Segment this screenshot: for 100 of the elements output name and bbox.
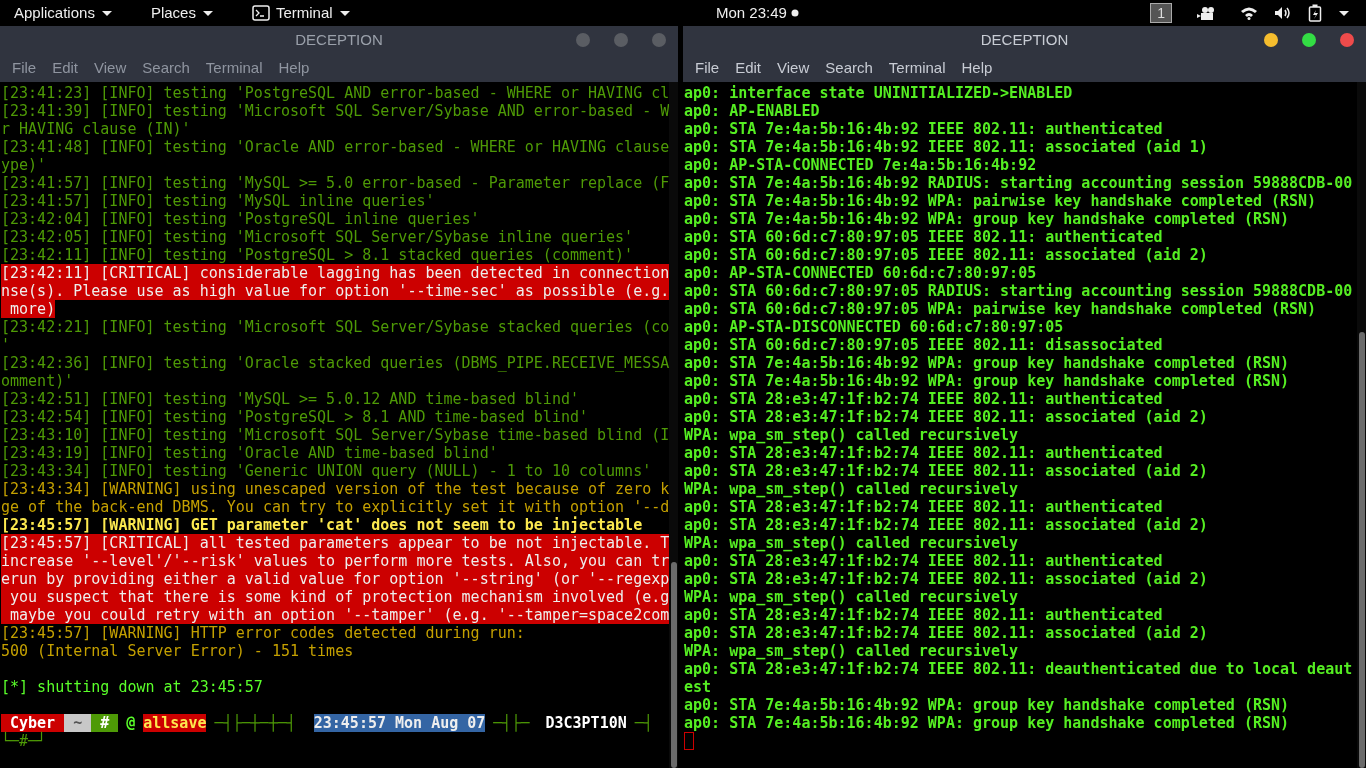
log-line: ap0: STA 28:e3:47:1f:b2:74 IEEE 802.11: deauthenticated due to local deaut	[684, 660, 1353, 678]
wifi-icon	[1240, 6, 1258, 20]
window-title: DECEPTION	[295, 29, 383, 50]
log-line: [23:41:39] [INFO] testing 'Microsoft SQL Server/Sybase AND error-based - W	[1, 102, 670, 120]
prompt-label: allsave	[143, 714, 207, 732]
window-close-button[interactable]	[652, 33, 666, 47]
camera-icon	[1196, 5, 1216, 21]
log-line: ap0: AP-ENABLED	[684, 102, 820, 120]
prompt-decoration: ─┤	[634, 714, 653, 732]
menu-item[interactable]: Help	[953, 56, 1001, 80]
log-line: WPA: wpa_sm_step() called recursively	[684, 588, 1019, 606]
log-line: [*] shutting down at 23:45:57	[1, 678, 263, 696]
log-line: [23:45:57] [WARNING] HTTP error codes detected during run:	[1, 624, 525, 642]
log-line: ap0: STA 7e:4a:5b:16:4b:92 WPA: group key handshake completed (RSN)	[684, 696, 1290, 714]
log-line: WPA: wpa_sm_step() called recursively	[684, 534, 1019, 552]
caret-down-icon	[1338, 8, 1350, 18]
log-line: [23:43:34] [WARNING] using unescaped version of the test because of zero k	[1, 480, 670, 498]
log-line: ap0: STA 7e:4a:5b:16:4b:92 WPA: group key handshake completed (RSN)	[684, 354, 1290, 372]
menu-button[interactable]: Applications	[0, 1, 127, 25]
log-line: WPA: wpa_sm_step() called recursively	[684, 480, 1019, 498]
log-line: [23:42:04] [INFO] testing 'PostgreSQL inline queries'	[1, 210, 480, 228]
log-line: [23:42:51] [INFO] testing 'MySQL >= 5.0.12 AND time-based blind'	[1, 390, 579, 408]
log-line: ap0: STA 7e:4a:5b:16:4b:92 WPA: pairwise key handshake completed (RSN)	[684, 192, 1317, 210]
menu-item[interactable]: View	[86, 56, 135, 80]
log-line: [23:41:48] [INFO] testing 'Oracle AND error-based - WHERE or HAVING clause	[1, 138, 670, 156]
scrollbar-thumb[interactable]	[1359, 332, 1365, 768]
log-line: [23:42:54] [INFO] testing 'PostgreSQL > 8.1 AND time-based blind'	[1, 408, 588, 426]
prompt-label: 23:45:57 Mon Aug 07	[313, 714, 486, 732]
text-cursor	[684, 732, 694, 750]
prompt-label: @	[126, 714, 136, 732]
log-line: [23:41:57] [INFO] testing 'MySQL >= 5.0 error-based - Parameter replace (F	[1, 174, 670, 192]
log-line: ap0: STA 7e:4a:5b:16:4b:92 WPA: group key handshake completed (RSN)	[684, 372, 1290, 390]
log-line: ap0: STA 28:e3:47:1f:b2:74 IEEE 802.11: associated (aid 2)	[684, 462, 1208, 480]
prompt-decoration: ─┤├─┼─┼─┤	[214, 714, 296, 732]
log-line: ap0: STA 60:6d:c7:80:97:05 WPA: pairwise key handshake completed (RSN)	[684, 300, 1317, 318]
log-line: ap0: STA 28:e3:47:1f:b2:74 IEEE 802.11: authenticated	[684, 498, 1163, 516]
log-line: ap0: AP-STA-CONNECTED 60:6d:c7:80:97:05	[684, 264, 1037, 282]
caret-down-icon	[201, 8, 214, 18]
battery-icon	[1308, 4, 1322, 22]
log-line: WPA: wpa_sm_step() called recursively	[684, 642, 1019, 660]
prompt-decoration: ─┤├─	[493, 714, 530, 732]
window-title: DECEPTION	[980, 29, 1069, 50]
clock-text: Mon 23:49	[715, 2, 787, 23]
scrollbar-thumb[interactable]	[671, 562, 677, 768]
log-line: 500 (Internal Server Error) - 151 times	[1, 642, 354, 660]
log-line: ap0: STA 60:6d:c7:80:97:05 RADIUS: starting accounting session 59888CDB-00	[684, 282, 1353, 300]
menu-button[interactable]: Terminal	[237, 1, 365, 25]
log-line: [23:42:36] [INFO] testing 'Oracle stacked queries (DBMS_PIPE.RECEIVE_MESSA	[1, 354, 670, 372]
prompt-label: #	[91, 714, 119, 732]
log-line: [23:45:57] [WARNING] GET parameter 'cat' does not seem to be injectable	[1, 516, 643, 534]
log-line: ap0: STA 28:e3:47:1f:b2:74 IEEE 802.11: associated (aid 2)	[684, 516, 1208, 534]
menu-item[interactable]: Search	[817, 56, 881, 80]
menu-item[interactable]: File	[4, 56, 45, 80]
log-line: ap0: STA 28:e3:47:1f:b2:74 IEEE 802.11: authenticated	[684, 444, 1163, 462]
menu-item[interactable]: File	[687, 56, 728, 80]
log-line: [23:43:34] [INFO] testing 'Generic UNION query (NULL) - 1 to 10 columns'	[1, 462, 652, 480]
log-line: ap0: STA 7e:4a:5b:16:4b:92 RADIUS: starting accounting session 59888CDB-00	[684, 174, 1353, 192]
log-line: [23:43:19] [INFO] testing 'Oracle AND time-based blind'	[1, 444, 498, 462]
window-maximize-button[interactable]	[1302, 33, 1316, 47]
log-line: ge of the back-end DBMS. You can try to explicitly set it with option '--d	[1, 498, 670, 516]
log-line: ap0: STA 60:6d:c7:80:97:05 IEEE 802.11: associated (aid 2)	[684, 246, 1208, 264]
log-line: [23:42:05] [INFO] testing 'Microsoft SQL Server/Sybase inline queries'	[1, 228, 634, 246]
log-line: ap0: STA 60:6d:c7:80:97:05 IEEE 802.11: disassociated	[684, 336, 1163, 354]
log-line: ap0: STA 28:e3:47:1f:b2:74 IEEE 802.11: associated (aid 2)	[684, 408, 1208, 426]
prompt-decoration: └─#─┘	[1, 732, 47, 750]
log-line: [23:41:57] [INFO] testing 'MySQL inline queries'	[1, 192, 435, 210]
dot-icon	[790, 9, 799, 17]
log-line: ap0: STA 7e:4a:5b:16:4b:92 WPA: group key handshake completed (RSN)	[684, 714, 1290, 732]
log-line: WPA: wpa_sm_step() called recursively	[684, 426, 1019, 444]
window-close-button[interactable]	[1340, 33, 1354, 47]
log-line: ap0: STA 7e:4a:5b:16:4b:92 WPA: group key handshake completed (RSN)	[684, 210, 1290, 228]
workspace-button[interactable]: 1	[1150, 3, 1172, 23]
terminal-icon	[251, 5, 270, 21]
menu-item[interactable]: Edit	[44, 56, 87, 80]
log-line: ap0: STA 7e:4a:5b:16:4b:92 IEEE 802.11: associated (aid 1)	[684, 138, 1208, 156]
log-line: [23:42:21] [INFO] testing 'Microsoft SQL Server/Sybase stacked queries (co	[1, 318, 670, 336]
prompt-label: Cyber	[1, 714, 65, 732]
log-line: ap0: STA 28:e3:47:1f:b2:74 IEEE 802.11: associated (aid 2)	[684, 624, 1208, 642]
menu-item[interactable]: Terminal	[880, 56, 954, 80]
menu-item[interactable]: Search	[134, 56, 198, 80]
log-line: '	[1, 336, 11, 354]
prompt-label: ~	[64, 714, 92, 732]
log-line: ap0: interface state UNINITIALIZED->ENABLED	[684, 84, 1073, 102]
log-line: ap0: STA 28:e3:47:1f:b2:74 IEEE 802.11: authenticated	[684, 606, 1163, 624]
log-line: [23:42:11] [INFO] testing 'PostgreSQL > 8.1 stacked queries (comment)'	[1, 246, 634, 264]
log-line: [23:43:10] [INFO] testing 'Microsoft SQL Server/Sybase time-based blind (I	[1, 426, 670, 444]
menu-item[interactable]: Help	[270, 56, 318, 80]
log-line: ap0: STA 7e:4a:5b:16:4b:92 IEEE 802.11: authenticated	[684, 120, 1163, 138]
menu-item[interactable]: Terminal	[197, 56, 271, 80]
window-minimize-button[interactable]	[1264, 33, 1278, 47]
log-line: ap0: STA 28:e3:47:1f:b2:74 IEEE 802.11: associated (aid 2)	[684, 570, 1208, 588]
volume-icon	[1274, 6, 1292, 20]
caret-down-icon	[100, 8, 113, 18]
caret-down-icon	[338, 8, 351, 18]
menu-button[interactable]: Places	[136, 1, 228, 25]
log-line: ype)'	[1, 156, 47, 174]
log-line: ap0: AP-STA-DISCONNECTED 60:6d:c7:80:97:05	[684, 318, 1064, 336]
menu-item[interactable]: Edit	[727, 56, 770, 80]
log-line: [23:41:23] [INFO] testing 'PostgreSQL AND error-based - WHERE or HAVING cl	[1, 84, 670, 102]
menu-item[interactable]: View	[769, 56, 818, 80]
